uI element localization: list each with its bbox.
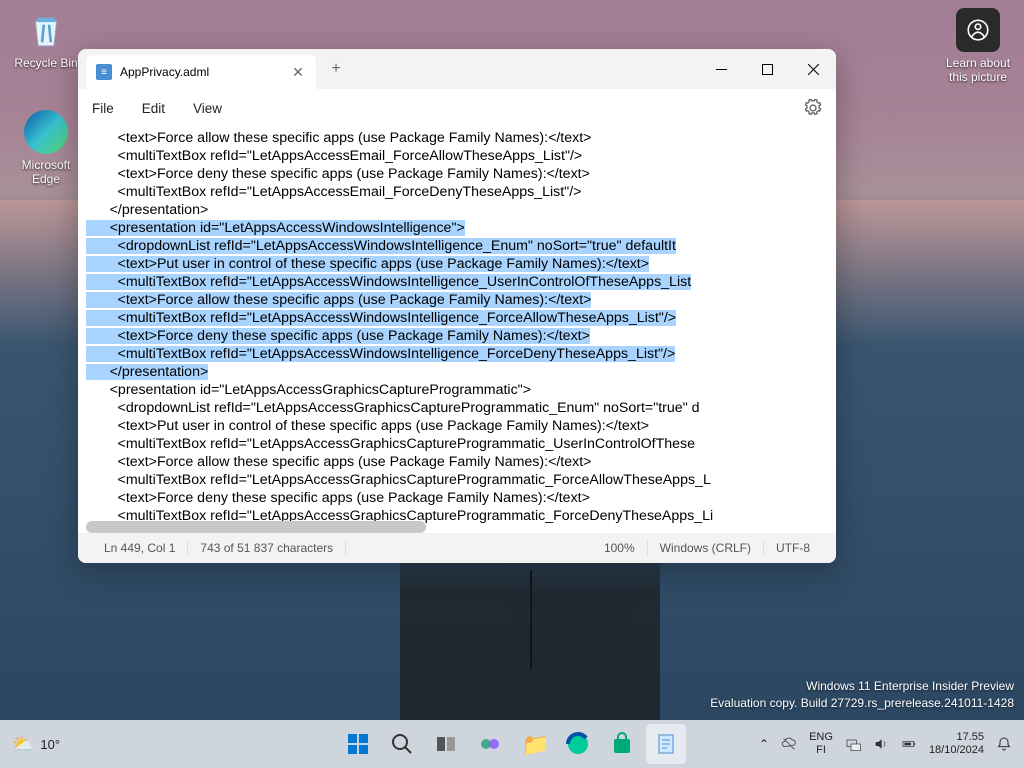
menu-file[interactable]: File <box>92 101 114 116</box>
code-line[interactable]: <text>Force deny these specific apps (us… <box>86 489 836 507</box>
maximize-button[interactable] <box>744 49 790 89</box>
explorer-button[interactable]: 📁 <box>514 724 554 764</box>
code-line[interactable]: </presentation> <box>86 363 836 381</box>
task-view-button[interactable] <box>426 724 466 764</box>
edge-icon <box>24 110 68 154</box>
battery-icon[interactable] <box>901 736 917 752</box>
notepad-taskbar-button[interactable] <box>646 724 686 764</box>
desktop-icon-learn[interactable]: Learn about this picture <box>940 8 1016 84</box>
language-indicator[interactable]: ENGFI <box>809 731 833 757</box>
store-button[interactable] <box>602 724 642 764</box>
code-line[interactable]: <text>Force deny these specific apps (us… <box>86 327 836 345</box>
recycle-bin-icon <box>24 8 68 52</box>
notepad-window: ≡ AppPrivacy.adml ✕ + File Edit View <te… <box>78 49 836 563</box>
status-selection: 743 of 51 837 characters <box>188 541 346 555</box>
copilot-button[interactable] <box>470 724 510 764</box>
picture-info-icon <box>956 8 1000 52</box>
code-line[interactable]: <multiTextBox refId="LetAppsAccessGraphi… <box>86 471 836 489</box>
status-encoding[interactable]: UTF-8 <box>764 541 822 555</box>
menu-view[interactable]: View <box>193 101 222 116</box>
tab-close-button[interactable]: ✕ <box>290 64 306 80</box>
desktop-icon-edge[interactable]: Microsoft Edge <box>8 110 84 186</box>
folder-icon: 📁 <box>522 732 546 756</box>
status-position[interactable]: Ln 449, Col 1 <box>92 541 188 555</box>
tab-active[interactable]: ≡ AppPrivacy.adml ✕ <box>86 55 316 89</box>
menubar: File Edit View <box>78 89 836 127</box>
code-line[interactable]: <dropdownList refId="LetAppsAccessWindow… <box>86 237 836 255</box>
desktop-icon-label: Microsoft Edge <box>8 158 84 186</box>
code-line[interactable]: <text>Put user in control of these speci… <box>86 255 836 273</box>
code-line[interactable]: <multiTextBox refId="LetAppsAccessGraphi… <box>86 435 836 453</box>
code-line[interactable]: <text>Force deny these specific apps (us… <box>86 165 836 183</box>
system-tray[interactable]: ⌃ ENGFI 17.5518/10/2024 <box>759 731 1024 757</box>
weather-icon: ⛅ <box>12 734 34 755</box>
code-line[interactable]: <multiTextBox refId="LetAppsAccessEmail_… <box>86 183 836 201</box>
code-line[interactable]: <multiTextBox refId="LetAppsAccessEmail_… <box>86 147 836 165</box>
windows-watermark: Windows 11 Enterprise Insider Preview Ev… <box>710 678 1014 712</box>
status-zoom[interactable]: 100% <box>592 541 648 555</box>
menu-edit[interactable]: Edit <box>142 101 165 116</box>
titlebar[interactable]: ≡ AppPrivacy.adml ✕ + <box>78 49 836 89</box>
onedrive-icon[interactable] <box>781 736 797 752</box>
horizontal-scrollbar[interactable] <box>86 521 426 533</box>
volume-icon[interactable] <box>873 736 889 752</box>
status-eol[interactable]: Windows (CRLF) <box>648 541 764 555</box>
editor-area[interactable]: <text>Force allow these specific apps (u… <box>78 127 836 533</box>
code-line[interactable]: <presentation id="LetAppsAccessGraphicsC… <box>86 381 836 399</box>
code-line[interactable]: <presentation id="LetAppsAccessWindowsIn… <box>86 219 836 237</box>
new-tab-button[interactable]: + <box>320 53 352 85</box>
notifications-icon[interactable] <box>996 736 1012 752</box>
code-line[interactable]: </presentation> <box>86 201 836 219</box>
close-button[interactable] <box>790 49 836 89</box>
code-line[interactable]: <dropdownList refId="LetAppsAccessGraphi… <box>86 399 836 417</box>
desktop-icon-label: Learn about this picture <box>940 56 1016 84</box>
code-line[interactable]: <multiTextBox refId="LetAppsAccessWindow… <box>86 309 836 327</box>
notepad-file-icon: ≡ <box>96 64 112 80</box>
network-icon[interactable] <box>845 736 861 752</box>
start-button[interactable] <box>338 724 378 764</box>
code-line[interactable]: <text>Force allow these specific apps (u… <box>86 453 836 471</box>
code-line[interactable]: <text>Force allow these specific apps (u… <box>86 291 836 309</box>
taskbar-weather[interactable]: ⛅ 10° <box>0 734 60 755</box>
desktop-icon-recycle-bin[interactable]: Recycle Bin <box>8 8 84 70</box>
code-line[interactable]: <multiTextBox refId="LetAppsAccessWindow… <box>86 345 836 363</box>
minimize-button[interactable] <box>698 49 744 89</box>
code-line[interactable]: <text>Force allow these specific apps (u… <box>86 129 836 147</box>
taskbar[interactable]: ⛅ 10° 📁 ⌃ ENGFI 17.5518/10/2024 <box>0 720 1024 768</box>
desktop-icon-label: Recycle Bin <box>8 56 84 70</box>
statusbar: Ln 449, Col 1 743 of 51 837 characters 1… <box>78 533 836 563</box>
gear-icon[interactable] <box>804 99 822 117</box>
tray-chevron-icon[interactable]: ⌃ <box>759 737 769 751</box>
tab-title: AppPrivacy.adml <box>120 65 282 79</box>
search-button[interactable] <box>382 724 422 764</box>
edge-taskbar-button[interactable] <box>558 724 598 764</box>
code-line[interactable]: <text>Put user in control of these speci… <box>86 417 836 435</box>
clock[interactable]: 17.5518/10/2024 <box>929 731 984 757</box>
code-line[interactable]: <multiTextBox refId="LetAppsAccessWindow… <box>86 273 836 291</box>
